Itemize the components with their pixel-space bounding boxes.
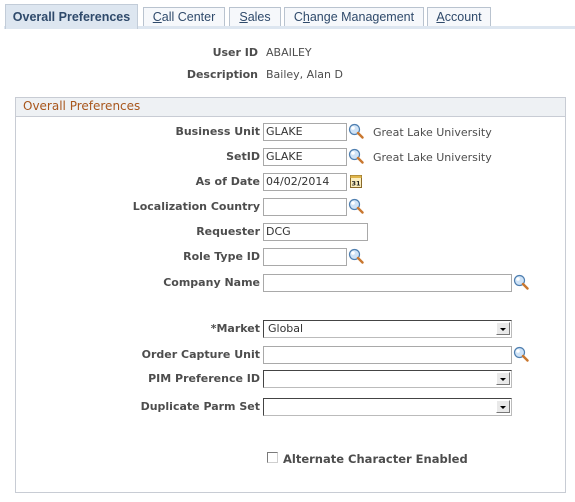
setid-label: SetID <box>226 150 260 163</box>
business-unit-lookup-icon[interactable] <box>348 123 364 139</box>
role-type-id-label: Role Type ID <box>183 250 260 263</box>
tab-change-management[interactable]: Change Management <box>284 7 424 26</box>
as-of-date-label: As of Date <box>195 175 260 188</box>
role-type-id-lookup-icon[interactable] <box>348 248 364 264</box>
tab-sales[interactable]: Sales <box>229 7 281 26</box>
tab-label-part: ccount <box>444 10 482 24</box>
tab-label-part: A <box>436 10 445 24</box>
requester-input[interactable]: DCG <box>263 223 368 241</box>
svg-text:31: 31 <box>351 180 361 188</box>
pim-preference-id-select[interactable] <box>263 370 512 388</box>
tab-label-part: C <box>293 10 303 24</box>
tab-label-part: all Center <box>161 10 216 24</box>
company-name-input[interactable] <box>263 274 512 292</box>
setid-input[interactable]: GLAKE <box>263 148 347 166</box>
pim-preference-id-dropdown-arrow-icon[interactable] <box>496 372 510 385</box>
alternate-character-label[interactable]: Alternate Character Enabled <box>283 452 468 466</box>
role-type-id-input[interactable] <box>263 248 347 266</box>
business-unit-description: Great Lake University <box>373 126 492 139</box>
setid-lookup-icon[interactable] <box>348 148 364 164</box>
alternate-character-checkbox[interactable] <box>267 452 278 463</box>
duplicate-parm-set-select[interactable] <box>263 398 512 416</box>
duplicate-parm-set-label: Duplicate Parm Set <box>140 400 260 413</box>
description-label: Description <box>186 68 258 81</box>
business-unit-label: Business Unit <box>175 125 260 138</box>
tab-label-part: h <box>302 10 310 24</box>
user-id-label: User ID <box>212 46 258 59</box>
localization-country-lookup-icon[interactable] <box>348 198 364 214</box>
calendar-icon[interactable]: 31 <box>349 173 363 189</box>
tab-label-part: S <box>239 10 248 24</box>
group-header: Overall Preferences <box>16 98 565 117</box>
order-capture-unit-label: Order Capture Unit <box>141 348 260 361</box>
tab-label-part: Overall Preferences <box>12 10 131 24</box>
as-of-date-input[interactable]: 04/02/2014 <box>263 173 347 191</box>
tab-bar: Overall Preferences Call Center Sales Ch… <box>0 0 575 30</box>
tab-label-part: ange Management <box>309 10 415 24</box>
duplicate-parm-set-dropdown-arrow-icon[interactable] <box>496 400 510 413</box>
tab-label-part: ales <box>247 10 271 24</box>
localization-country-label: Localization Country <box>132 200 260 213</box>
description-value: Bailey, Alan D <box>266 68 343 81</box>
setid-description: Great Lake University <box>373 151 492 164</box>
requester-label: Requester <box>196 225 260 238</box>
tab-overall-preferences[interactable]: Overall Preferences <box>5 4 138 29</box>
company-name-label: Company Name <box>163 276 260 289</box>
group-title: Overall Preferences <box>23 99 141 113</box>
company-name-lookup-icon[interactable] <box>513 274 529 290</box>
market-dropdown-arrow-icon[interactable] <box>496 322 510 335</box>
order-capture-unit-input[interactable] <box>263 346 512 364</box>
user-id-value: ABAILEY <box>266 46 312 59</box>
market-select[interactable]: Global <box>263 320 512 338</box>
localization-country-input[interactable] <box>263 198 347 216</box>
tab-call-center[interactable]: Call Center <box>143 7 225 26</box>
pim-preference-id-label: PIM Preference ID <box>148 372 260 385</box>
market-selected-value: Global <box>268 322 304 335</box>
business-unit-input[interactable]: GLAKE <box>263 123 347 141</box>
market-label: *Market <box>210 322 260 335</box>
tab-account[interactable]: Account <box>427 7 491 26</box>
order-capture-unit-lookup-icon[interactable] <box>513 346 529 362</box>
tab-label-part: C <box>152 10 162 24</box>
